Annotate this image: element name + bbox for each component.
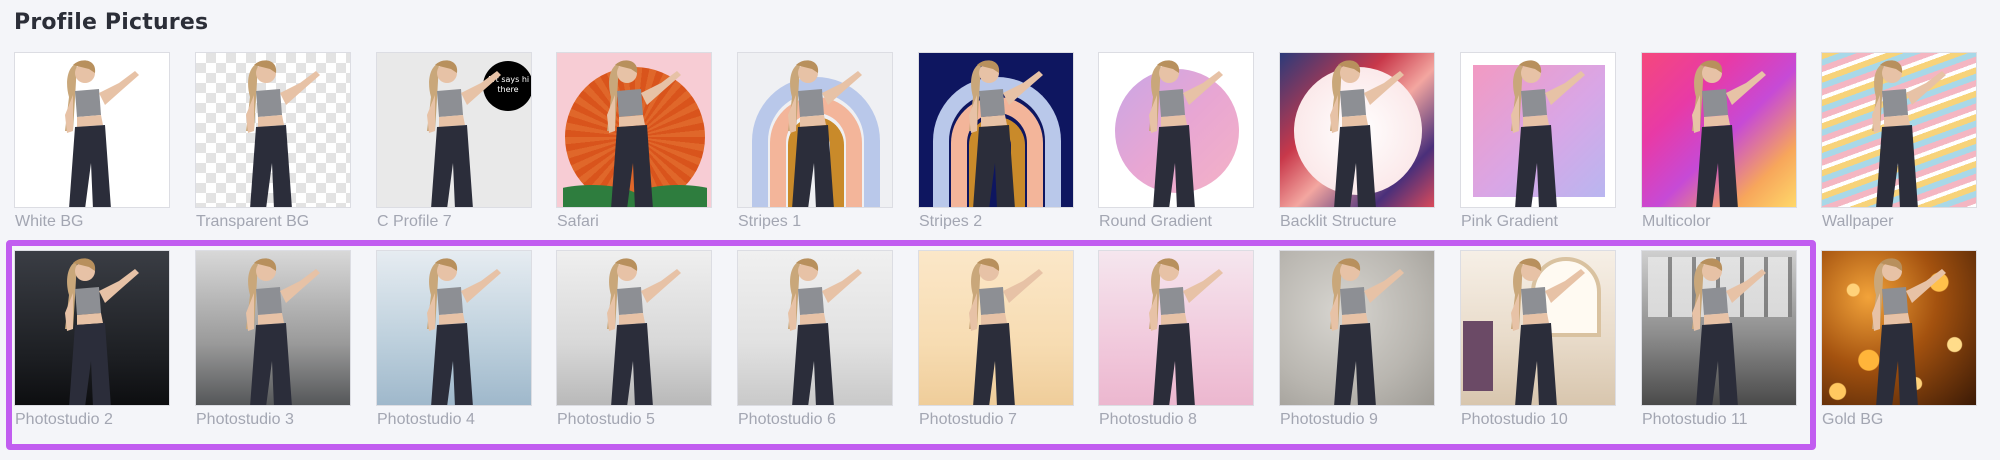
thumbnail[interactable]	[14, 250, 170, 406]
model-figure-image	[788, 258, 862, 405]
tile-stripes-2[interactable]: Stripes 2	[918, 52, 1074, 229]
tile-label: Photostudio 4	[377, 411, 475, 427]
tile-round-gradient[interactable]: Round Gradient	[1098, 52, 1254, 229]
tile-label: Pink Gradient	[1461, 213, 1558, 229]
model-figure-image	[1511, 60, 1585, 207]
tile-c-profile-7[interactable]: Art says hi there C Profile 7	[376, 52, 532, 229]
tile-photostudio-5[interactable]: Photostudio 5	[556, 250, 712, 427]
tile-transparent-bg[interactable]: Transparent BG	[195, 52, 351, 229]
model-figure-image	[246, 258, 320, 405]
thumbnail[interactable]	[1098, 52, 1254, 208]
thumbnail[interactable]	[737, 250, 893, 406]
tile-gold-bg[interactable]: Gold BG	[1821, 250, 1977, 427]
model-figure-image	[427, 60, 501, 207]
thumbnail[interactable]	[1641, 250, 1797, 406]
model-figure-image	[246, 60, 320, 207]
tile-label: C Profile 7	[377, 213, 452, 229]
thumbnail[interactable]	[918, 250, 1074, 406]
tile-photostudio-11[interactable]: Photostudio 11	[1641, 250, 1797, 427]
model-figure-image	[607, 258, 681, 405]
tile-wallpaper[interactable]: Wallpaper	[1821, 52, 1977, 229]
tile-label: Safari	[557, 213, 599, 229]
thumbnail[interactable]	[195, 250, 351, 406]
tile-safari[interactable]: Safari	[556, 52, 712, 229]
tile-photostudio-2[interactable]: Photostudio 2	[14, 250, 170, 427]
thumbnail-row-1: White BG Transparent BG Art says hi ther…	[0, 52, 2000, 242]
tile-label: Transparent BG	[196, 213, 310, 229]
tile-label: Wallpaper	[1822, 213, 1894, 229]
tile-stripes-1[interactable]: Stripes 1	[737, 52, 893, 229]
tile-photostudio-8[interactable]: Photostudio 8	[1098, 250, 1254, 427]
model-figure-image	[1872, 60, 1946, 207]
section-title: Profile Pictures	[14, 10, 209, 35]
model-figure-image	[788, 60, 862, 207]
tile-label: Photostudio 8	[1099, 411, 1197, 427]
model-figure-image	[65, 60, 139, 207]
model-figure-image	[1149, 60, 1223, 207]
tile-multicolor[interactable]: Multicolor	[1641, 52, 1797, 229]
thumbnail[interactable]	[14, 52, 170, 208]
tile-photostudio-4[interactable]: Photostudio 4	[376, 250, 532, 427]
thumbnail[interactable]	[556, 250, 712, 406]
tile-label: Stripes 2	[919, 213, 983, 229]
model-figure-image	[1330, 60, 1404, 207]
thumbnail-row-2: Photostudio 2 Photostudio 3 Photostudio …	[0, 250, 2000, 440]
tile-photostudio-10[interactable]: Photostudio 10	[1460, 250, 1616, 427]
thumbnail[interactable]	[1460, 52, 1616, 208]
tile-label: Photostudio 10	[1461, 411, 1568, 427]
thumbnail[interactable]	[1460, 250, 1616, 406]
tile-photostudio-6[interactable]: Photostudio 6	[737, 250, 893, 427]
model-figure-image	[1330, 258, 1404, 405]
tile-pink-gradient[interactable]: Pink Gradient	[1460, 52, 1616, 229]
thumbnail[interactable]: Art says hi there	[376, 52, 532, 208]
thumbnail[interactable]	[918, 52, 1074, 208]
model-figure-image	[1872, 258, 1946, 405]
tile-photostudio-9[interactable]: Photostudio 9	[1279, 250, 1435, 427]
model-figure-image	[1692, 60, 1766, 207]
thumbnail[interactable]	[195, 52, 351, 208]
thumbnail[interactable]	[1279, 250, 1435, 406]
tile-label: Photostudio 11	[1642, 411, 1748, 427]
tile-label: Backlit Structure	[1280, 213, 1397, 229]
tile-white-bg[interactable]: White BG	[14, 52, 170, 229]
model-figure-image	[65, 258, 139, 405]
tile-backlit-structure[interactable]: Backlit Structure	[1279, 52, 1435, 229]
model-figure-image	[427, 258, 501, 405]
model-figure-image	[969, 258, 1043, 405]
model-figure-image	[1692, 258, 1766, 405]
thumbnail[interactable]	[1821, 250, 1977, 406]
tile-photostudio-7[interactable]: Photostudio 7	[918, 250, 1074, 427]
thumbnail[interactable]	[1279, 52, 1435, 208]
model-figure-image	[607, 60, 681, 207]
thumbnail[interactable]	[1641, 52, 1797, 208]
tile-photostudio-3[interactable]: Photostudio 3	[195, 250, 351, 427]
thumbnail[interactable]	[737, 52, 893, 208]
model-figure-image	[1511, 258, 1585, 405]
tile-label: Round Gradient	[1099, 213, 1212, 229]
tile-label: Stripes 1	[738, 213, 802, 229]
tile-label: Photostudio 2	[15, 411, 113, 427]
thumbnail[interactable]	[556, 52, 712, 208]
tile-label: White BG	[15, 213, 84, 229]
thumbnail[interactable]	[1098, 250, 1254, 406]
tile-label: Photostudio 6	[738, 411, 836, 427]
thumbnail[interactable]	[1821, 52, 1977, 208]
thumbnail[interactable]	[376, 250, 532, 406]
tile-label: Photostudio 3	[196, 411, 294, 427]
model-figure-image	[1149, 258, 1223, 405]
tile-label: Photostudio 5	[557, 411, 655, 427]
model-figure-image	[969, 60, 1043, 207]
tile-label: Photostudio 7	[919, 411, 1017, 427]
tile-label: Gold BG	[1822, 411, 1884, 427]
tile-label: Photostudio 9	[1280, 411, 1378, 427]
tile-label: Multicolor	[1642, 213, 1711, 229]
